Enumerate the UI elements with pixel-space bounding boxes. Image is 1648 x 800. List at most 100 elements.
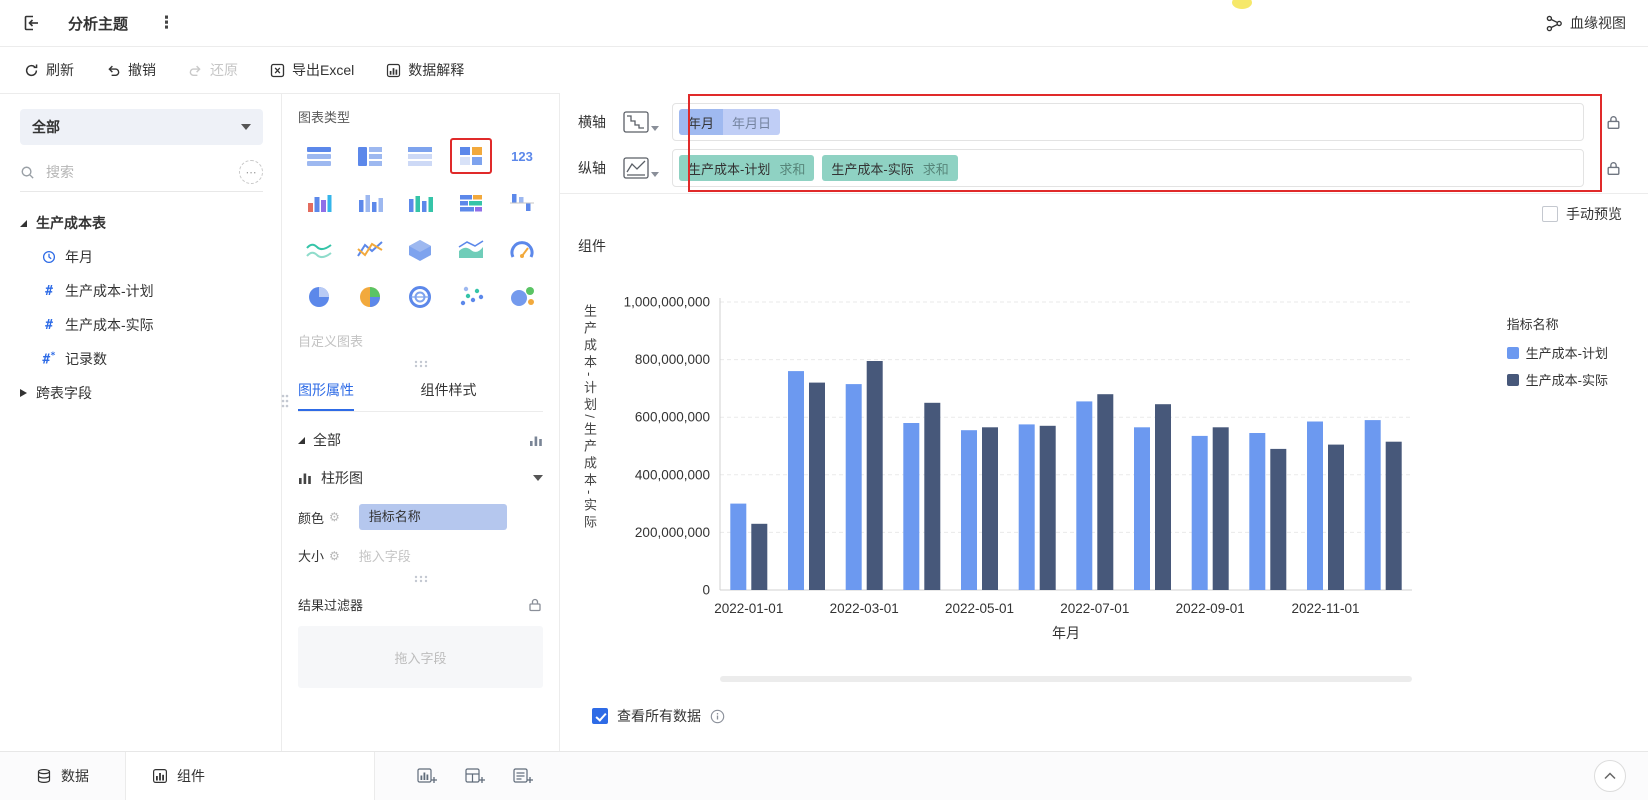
gear-icon[interactable]: ⚙ [329, 510, 340, 524]
filter-drop-zone[interactable]: 拖入字段 [298, 626, 543, 688]
data-explain-button[interactable]: 数据解释 [386, 60, 464, 80]
more-menu-button[interactable]: ⋮ [158, 13, 175, 33]
legend-label: 生产成本-计划 [1526, 343, 1608, 362]
chart-type-bidirectional-bar[interactable] [500, 185, 543, 221]
tab-graphic-properties[interactable]: 图形属性 [298, 370, 421, 411]
field-aggregation: 求和 [923, 155, 958, 181]
svg-text:2022-07-01: 2022-07-01 [1060, 601, 1129, 616]
chart-type-column-chart[interactable] [349, 185, 392, 221]
tab-component-style[interactable]: 组件样式 [421, 370, 544, 411]
x-axis-type-icon [623, 111, 649, 133]
chart-type-funnel-3d[interactable] [399, 232, 442, 268]
topbar: 分析主题 ⋮ 血缘视图 [0, 0, 1648, 47]
notification-dot [1232, 0, 1252, 9]
svg-text:0: 0 [702, 583, 710, 598]
lineage-view-button[interactable]: 血缘视图 [1546, 13, 1626, 33]
export-excel-button[interactable]: 导出Excel [270, 60, 354, 80]
chart-type-text-123[interactable]: 123 [500, 138, 543, 174]
legend-swatch-plan [1507, 347, 1519, 359]
x-axis-field-region[interactable]: 年月 年月日 [672, 103, 1584, 141]
gear-icon[interactable]: ⚙ [329, 549, 340, 563]
bar-chart-svg[interactable]: 0200,000,000400,000,000600,000,000800,00… [612, 288, 1442, 640]
svg-text:600,000,000: 600,000,000 [635, 410, 710, 425]
svg-text:2022-11-01: 2022-11-01 [1291, 601, 1359, 616]
chart-type-cross-table[interactable] [399, 138, 442, 174]
chart-type-detail-table[interactable] [298, 138, 341, 174]
tab-component[interactable]: 组件 [125, 752, 375, 800]
app: 分析主题 ⋮ 血缘视图 刷新 撤销 还原 导出Excel 数据解 [0, 0, 1648, 800]
field-name: 生产成本-计划 [679, 155, 779, 181]
size-drop-hint: 拖入字段 [359, 546, 411, 565]
chart-type-bubble-chart[interactable] [500, 279, 543, 315]
chart-y-axis-title: 生产成本-计划/生产成本-实际 [580, 304, 599, 604]
main-panel: 横轴 年月 年月日 纵轴 [560, 93, 1648, 751]
chart-type-stacked-bar[interactable] [450, 185, 493, 221]
field-item-date[interactable]: 年月 [20, 240, 263, 274]
y-field-pill-actual[interactable]: 生产成本-实际 求和 [822, 155, 957, 181]
chart-type-column-mixed[interactable] [399, 185, 442, 221]
view-all-checkbox[interactable] [592, 708, 608, 724]
section-all[interactable]: 全部 [298, 430, 543, 450]
chart-type-line-chart[interactable] [349, 232, 392, 268]
y-axis-type-button[interactable] [623, 157, 659, 179]
add-chart-component-button[interactable] [417, 768, 437, 785]
expand-triangle-icon [298, 437, 305, 444]
y-axis-field-region[interactable]: 生产成本-计划 求和 生产成本-实际 求和 [672, 149, 1584, 187]
x-field-pill[interactable]: 年月 年月日 [679, 109, 780, 135]
chart-type-group-table[interactable] [349, 138, 392, 174]
refresh-icon [24, 63, 39, 78]
more-options-button[interactable]: ⋯ [239, 160, 263, 184]
dataset-filter-select[interactable]: 全部 [20, 109, 263, 145]
svg-text:2022-03-01: 2022-03-01 [830, 601, 899, 616]
exit-button[interactable] [22, 14, 40, 32]
chart-type-donut-chart[interactable] [399, 279, 442, 315]
manual-preview-checkbox[interactable] [1542, 206, 1558, 222]
legend-label: 生产成本-实际 [1526, 370, 1608, 389]
tab-data[interactable]: 数据 [0, 752, 125, 800]
cross-table-fields-node[interactable]: 跨表字段 [20, 376, 263, 410]
chart-type-kpi-card[interactable] [450, 138, 493, 174]
chart-type-select[interactable]: 柱形图 [298, 468, 543, 488]
redo-button[interactable]: 还原 [188, 60, 238, 80]
table-node[interactable]: 生产成本表 [20, 206, 263, 240]
chart-type-multi-series-column[interactable] [298, 185, 341, 221]
info-icon[interactable] [710, 709, 725, 724]
field-name: 生产成本-实际 [822, 155, 922, 181]
lineage-icon [1546, 15, 1563, 32]
lock-icon[interactable] [527, 597, 543, 613]
svg-text:400,000,000: 400,000,000 [635, 467, 710, 482]
svg-text:年月: 年月 [1052, 625, 1080, 640]
undo-button[interactable]: 撤销 [106, 60, 156, 80]
chevron-down-icon [651, 126, 659, 131]
chart-scrollbar[interactable] [720, 676, 1412, 682]
legend-item[interactable]: 生产成本-计划 [1507, 343, 1608, 362]
collapsed-triangle-icon [20, 389, 27, 397]
field-item-count[interactable]: #* 记录数 [20, 342, 263, 376]
section-all-label: 全部 [313, 430, 341, 450]
chart-type-area-chart[interactable] [450, 232, 493, 268]
legend-swatch-actual [1507, 374, 1519, 386]
mini-column-icon [529, 433, 543, 447]
y-axis-lock-icon[interactable] [1605, 160, 1622, 177]
panel-drag-handle[interactable] [298, 360, 543, 368]
chart-type-pie-chart[interactable] [298, 279, 341, 315]
add-table-component-button[interactable] [465, 768, 485, 785]
dataset-filter-value: 全部 [32, 117, 60, 137]
chart-type-rose-chart[interactable] [349, 279, 392, 315]
chart-type-gauge-chart[interactable] [500, 232, 543, 268]
refresh-button[interactable]: 刷新 [24, 60, 74, 80]
x-axis-lock-icon[interactable] [1605, 114, 1622, 131]
chart-type-range-area[interactable] [298, 232, 341, 268]
redo-icon [188, 63, 203, 78]
chart-type-scatter-chart[interactable] [450, 279, 493, 315]
field-item-plan[interactable]: # 生产成本-计划 [20, 274, 263, 308]
panel-drag-handle[interactable] [298, 575, 543, 583]
y-field-pill-plan[interactable]: 生产成本-计划 求和 [679, 155, 814, 181]
field-item-actual[interactable]: # 生产成本-实际 [20, 308, 263, 342]
color-field-pill[interactable]: 指标名称 [359, 504, 507, 530]
legend-item[interactable]: 生产成本-实际 [1507, 370, 1608, 389]
collapse-button[interactable] [1594, 760, 1626, 792]
x-axis-type-button[interactable] [623, 111, 659, 133]
search-input[interactable] [44, 163, 230, 181]
add-text-component-button[interactable] [513, 768, 533, 785]
